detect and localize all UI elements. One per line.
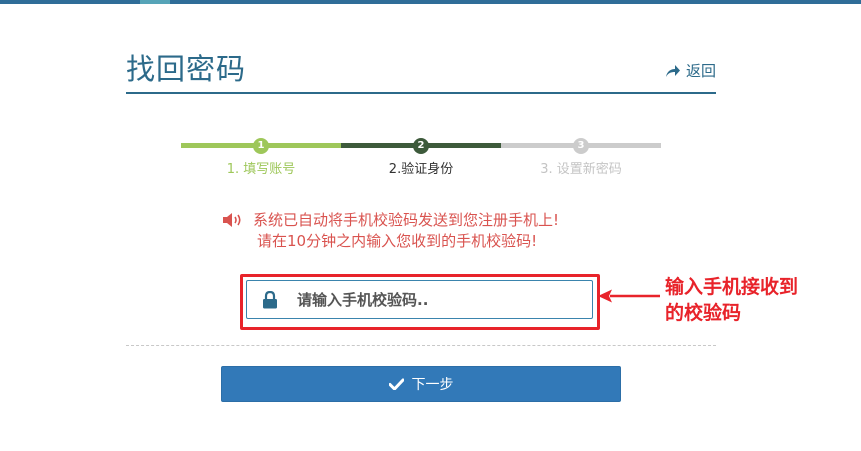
step-1: 1 1. 填写账号	[181, 137, 341, 177]
verification-code-input[interactable]	[297, 281, 587, 318]
back-link[interactable]: 返回	[665, 60, 716, 81]
step-3: 3 3. 设置新密码	[501, 137, 661, 177]
page-header: 找回密码 返回	[126, 44, 716, 94]
step-1-circle: 1	[253, 138, 269, 154]
next-step-label: 下一步	[411, 377, 454, 393]
notice-line-1: 系统已自动将手机校验码发送到您注册手机上!	[253, 211, 560, 229]
page-title: 找回密码	[126, 52, 247, 86]
step-2-circle: 2	[413, 138, 429, 154]
annotation-text: 输入手机接收到 的校验码	[665, 274, 855, 326]
step-2: 2 2.验证身份	[341, 137, 501, 177]
back-label: 返回	[685, 62, 716, 80]
top-bar-accent	[140, 0, 170, 4]
annotation-line-1: 输入手机接收到	[665, 276, 799, 298]
step-2-label: 2.验证身份	[388, 162, 454, 177]
progress-steps: 1 1. 填写账号 2 2.验证身份 3 3. 设置新密码	[181, 137, 661, 177]
speaker-icon	[223, 213, 241, 227]
lock-icon	[263, 291, 277, 309]
check-icon	[388, 378, 404, 390]
step-3-label: 3. 设置新密码	[540, 162, 622, 177]
dashed-divider	[126, 345, 716, 346]
annotation-line-2: 的校验码	[665, 302, 742, 324]
verification-code-field	[246, 280, 593, 319]
step-1-label: 1. 填写账号	[226, 162, 296, 177]
share-arrow-icon	[665, 64, 680, 77]
page: 找回密码 返回 1 1. 填写账号 2 2.验证身份 3 3. 设置新密码 系统…	[0, 0, 861, 451]
notice-line-2: 请在10分钟之内输入您收到的手机校验码!	[257, 232, 538, 250]
next-step-button[interactable]: 下一步	[221, 366, 621, 402]
top-bar	[0, 0, 861, 4]
annotation-arrow-icon	[598, 289, 660, 303]
step-3-circle: 3	[573, 138, 589, 154]
